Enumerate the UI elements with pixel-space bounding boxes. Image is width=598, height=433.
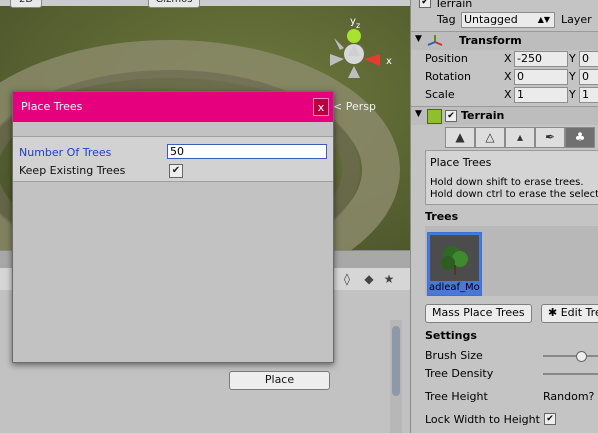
active-checkbox[interactable]: ✔: [419, 0, 431, 8]
lock-width-checkbox[interactable]: ✔: [544, 413, 556, 425]
tree-icon: ♣: [574, 130, 586, 144]
keep-existing-trees-label: Keep Existing Trees: [19, 164, 126, 177]
number-of-trees-input[interactable]: [167, 144, 327, 159]
y-axis-label: Y: [569, 70, 576, 83]
terrain-enabled-checkbox[interactable]: ✔: [445, 110, 457, 122]
close-button[interactable]: x: [313, 98, 329, 116]
tree-prototype-item[interactable]: adleaf_Mo: [427, 232, 482, 296]
rotation-x-field[interactable]: 0: [514, 69, 568, 85]
x-axis-label: X: [504, 88, 512, 101]
filter-by-label-icon[interactable]: ◆: [362, 272, 376, 286]
smooth-height-button[interactable]: ▴: [505, 127, 535, 148]
place-trees-dialog: Place Trees x Number Of Trees Keep Exist…: [12, 91, 334, 390]
tool-hint-shift: Hold down shift to erase trees.: [430, 177, 584, 188]
paint-texture-button[interactable]: ✒: [535, 127, 565, 148]
transform-icon: [427, 35, 443, 46]
y-axis-label: Y: [569, 88, 576, 101]
scrollbar-thumb[interactable]: [392, 326, 400, 396]
panel-scrollbar[interactable]: [390, 320, 402, 433]
tree-density-label: Tree Density: [425, 367, 494, 380]
tool-title: Place Trees: [430, 156, 492, 169]
gizmos-button[interactable]: Gizmos: [148, 0, 200, 8]
dropdown-arrow-icon: ▲▼: [537, 15, 550, 24]
position-y-field[interactable]: 0: [579, 51, 598, 67]
number-of-trees-label: Number Of Trees: [19, 146, 112, 159]
filter-by-type-icon[interactable]: ◊: [340, 272, 354, 286]
scale-label: Scale: [425, 88, 455, 101]
dialog-fields: Number Of Trees Keep Existing Trees ✔: [13, 137, 333, 182]
raise-lower-terrain-button[interactable]: ▲: [445, 127, 475, 148]
gizmo-x-label: x: [386, 56, 392, 67]
foldout-arrow-icon[interactable]: ▼: [415, 109, 422, 119]
rotation-y-field[interactable]: 0: [579, 69, 598, 85]
rotation-row: Rotation X 0 Y 0: [411, 67, 598, 85]
place-trees-tool-button[interactable]: ♣: [565, 127, 595, 148]
mountain-up-icon: ▲: [455, 130, 465, 144]
x-axis-label: X: [504, 52, 512, 65]
tree-thumbnail-icon: [441, 246, 468, 275]
settings-header: Settings: [425, 329, 477, 342]
random-label: Random?: [543, 390, 595, 403]
tag-dropdown[interactable]: Untagged ▲▼: [461, 12, 555, 28]
tree-preview: [430, 235, 479, 281]
lock-width-label: Lock Width to Height: [425, 413, 540, 426]
terrain-header[interactable]: ▼ ✔ Terrain: [411, 106, 598, 125]
tree-density-slider[interactable]: [543, 373, 598, 375]
dialog-body: Number Of Trees Keep Existing Trees ✔ Pl…: [13, 122, 333, 390]
transform-header[interactable]: ▼ Transform: [411, 31, 598, 50]
rotation-label: Rotation: [425, 70, 472, 83]
position-label: Position: [425, 52, 468, 65]
tool-description-box: Place Trees Hold down shift to erase tre…: [425, 150, 598, 205]
y-axis-label: Y: [569, 52, 576, 65]
tag-row: Tag Untagged ▲▼ Layer: [411, 11, 598, 29]
mass-place-trees-button[interactable]: Mass Place Trees: [425, 304, 532, 323]
terrain-component-icon: [427, 109, 442, 124]
mountain-plus-icon: △: [485, 130, 495, 144]
projection-label[interactable]: < Persp: [333, 100, 376, 113]
tag-value: Untagged: [464, 13, 518, 26]
scale-x-field[interactable]: 1: [514, 87, 568, 103]
position-row: Position X -250 Y 0: [411, 49, 598, 67]
scale-y-field[interactable]: 1: [579, 87, 598, 103]
2d-toggle-button[interactable]: 2D: [10, 0, 42, 8]
position-x-field[interactable]: -250: [514, 51, 568, 67]
edit-trees-button[interactable]: ✱ Edit Tre: [541, 304, 598, 323]
layer-label: Layer: [561, 13, 592, 26]
paintbrush-icon: ✒: [544, 130, 556, 144]
favorite-star-icon[interactable]: ★: [382, 272, 396, 286]
scale-row: Scale X 1 Y 1: [411, 85, 598, 103]
trees-header: Trees: [425, 210, 459, 223]
keep-existing-trees-checkbox[interactable]: ✔: [169, 164, 183, 178]
inspector-panel: ✔ Terrain Tag Untagged ▲▼ Layer ▼ Transf…: [410, 0, 598, 433]
dialog-title: Place Trees: [21, 100, 83, 113]
scene-toolbar: 2D Gizmos: [0, 0, 410, 8]
terrain-title: Terrain: [461, 109, 505, 122]
tool-hint-ctrl: Hold down ctrl to erase the select: [430, 189, 598, 200]
transform-title: Transform: [459, 34, 522, 47]
paint-height-button[interactable]: △: [475, 127, 505, 148]
foldout-arrow-icon[interactable]: ▼: [415, 34, 422, 44]
brush-size-label: Brush Size: [425, 349, 483, 362]
dialog-title-bar[interactable]: Place Trees x: [13, 92, 333, 122]
object-name[interactable]: Terrain: [435, 0, 472, 10]
x-axis-label: X: [504, 70, 512, 83]
brush-size-slider-handle[interactable]: [576, 351, 587, 362]
brush-size-slider[interactable]: [543, 355, 598, 357]
tag-label: Tag: [437, 13, 456, 26]
tree-prototype-name: adleaf_Mo: [429, 282, 480, 293]
tree-height-label: Tree Height: [425, 390, 488, 403]
mountain-smooth-icon: ▴: [516, 130, 524, 144]
place-button[interactable]: Place: [229, 371, 330, 390]
gizmo-z-label: z: [356, 21, 360, 30]
